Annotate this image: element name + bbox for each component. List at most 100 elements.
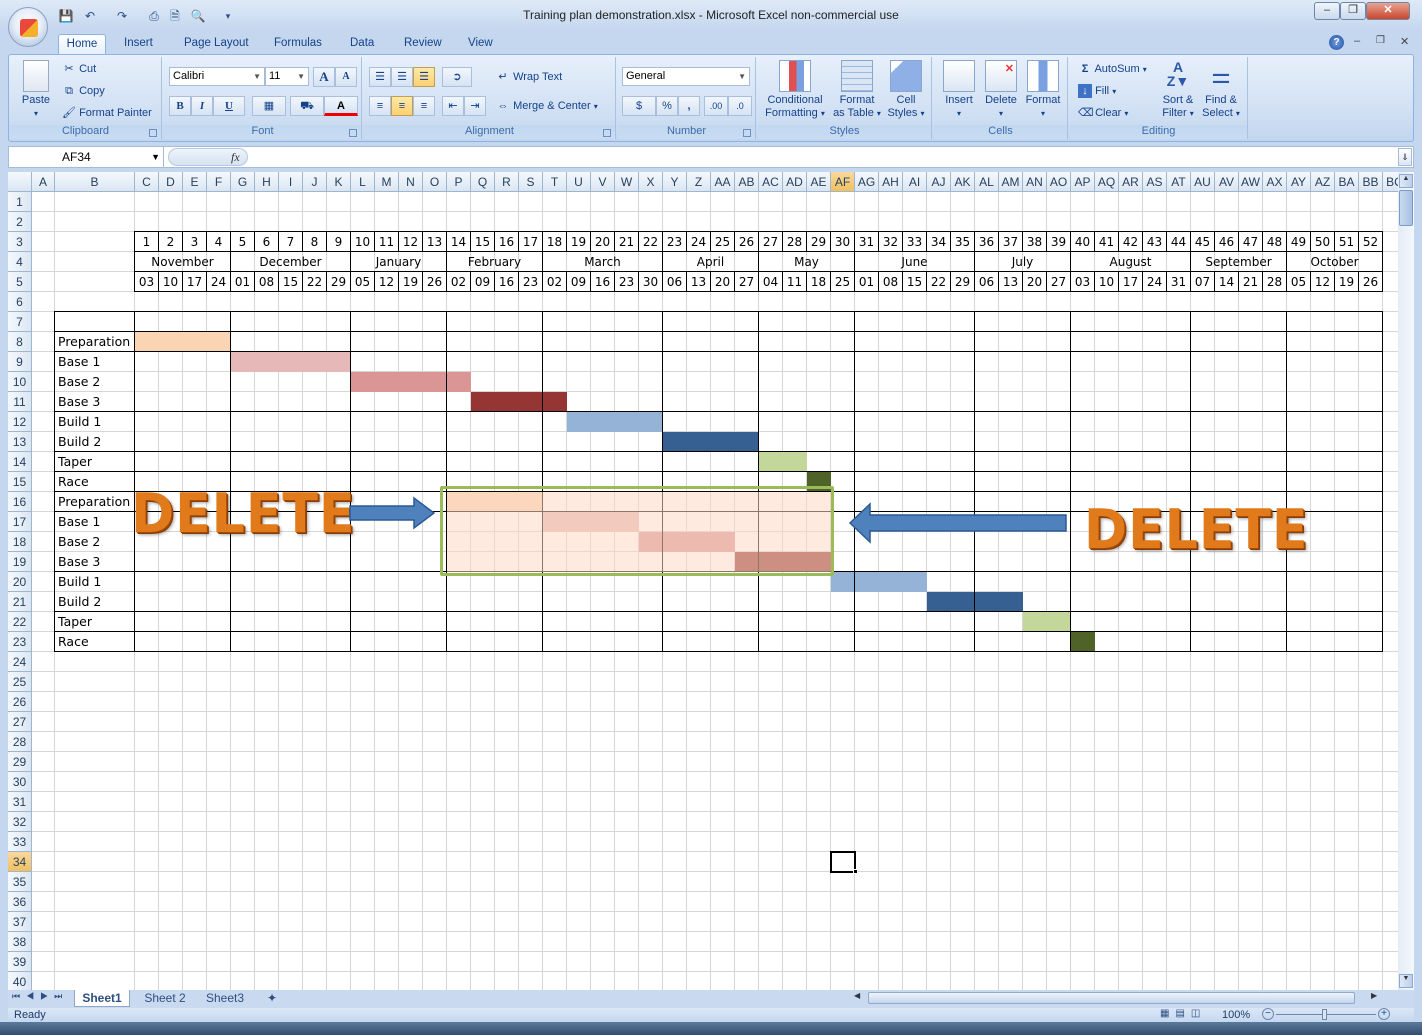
autosum-button[interactable]: Σ AutoSum ▾ <box>1078 62 1147 76</box>
row-header[interactable]: 36 <box>8 892 32 912</box>
week-date-cell[interactable]: 17 <box>183 272 207 292</box>
row-header[interactable]: 26 <box>8 692 32 712</box>
column-header[interactable]: C <box>135 172 159 192</box>
phase-label[interactable]: Taper <box>55 452 135 472</box>
week-date-cell[interactable]: 02 <box>543 272 567 292</box>
week-number-cell[interactable]: 8 <box>303 232 327 252</box>
insert-sheet-icon[interactable]: ✦ <box>260 990 284 1007</box>
name-box[interactable]: AF34 ▼ <box>9 147 164 167</box>
fill-handle[interactable] <box>853 869 858 874</box>
week-number-cell[interactable]: 49 <box>1287 232 1311 252</box>
month-header-cell[interactable]: June <box>855 252 975 272</box>
week-date-cell[interactable]: 29 <box>327 272 351 292</box>
week-number-cell[interactable]: 1 <box>135 232 159 252</box>
sheet-nav-icons[interactable]: ⏮◀▶⏭ <box>12 991 68 1002</box>
week-number-cell[interactable]: 13 <box>423 232 447 252</box>
font-launcher-icon[interactable] <box>349 129 357 137</box>
phase-bar[interactable] <box>231 352 351 372</box>
increase-indent-button[interactable]: ⇥ <box>464 96 486 116</box>
week-number-cell[interactable]: 11 <box>375 232 399 252</box>
zoom-level[interactable]: 100% <box>1222 1009 1250 1021</box>
column-header[interactable]: AC <box>759 172 783 192</box>
week-number-cell[interactable]: 39 <box>1047 232 1071 252</box>
row-header[interactable]: 12 <box>8 412 32 432</box>
worksheet-grid[interactable]: A B C D E F G H I J K L M N O P Q R S T U V W X Y Z AA AB AC AD AE AF AG… <box>8 172 1398 990</box>
tab-review[interactable]: Review <box>400 34 446 54</box>
week-date-cell[interactable]: 15 <box>903 272 927 292</box>
scroll-up-icon[interactable]: ▲ <box>1399 174 1413 188</box>
fill-color-button[interactable]: ⛟ <box>290 96 324 116</box>
row-header[interactable]: 34 <box>8 852 32 872</box>
row-header[interactable]: 18 <box>8 532 32 552</box>
font-size-combo[interactable]: 11 ▼ <box>265 67 309 86</box>
week-date-cell[interactable]: 07 <box>1191 272 1215 292</box>
align-top-button[interactable]: ☰ <box>369 67 391 87</box>
ribbon-close-icon[interactable]: ✕ <box>1400 35 1409 48</box>
tab-page-layout[interactable]: Page Layout <box>180 34 253 54</box>
week-number-cell[interactable]: 31 <box>855 232 879 252</box>
close-button[interactable]: ✕ <box>1366 2 1410 20</box>
row-header[interactable]: 31 <box>8 792 32 812</box>
font-color-button[interactable]: A <box>324 96 358 116</box>
column-header[interactable]: A <box>32 172 55 192</box>
week-number-cell[interactable]: 4 <box>207 232 231 252</box>
week-number-cell[interactable]: 47 <box>1239 232 1263 252</box>
column-header[interactable]: P <box>447 172 471 192</box>
format-cells-button[interactable]: Format ▾ <box>1022 60 1064 120</box>
phase-label[interactable]: Build 1 <box>55 572 135 592</box>
phase-bar[interactable] <box>351 372 471 392</box>
zoom-slider-thumb[interactable] <box>1322 1009 1327 1020</box>
scroll-right-icon[interactable]: ▶ <box>1371 991 1381 1005</box>
increase-decimal-button[interactable]: .00 <box>704 96 728 116</box>
align-left-button[interactable]: ≡ <box>369 96 391 116</box>
phase-label[interactable]: Build 1 <box>55 412 135 432</box>
month-header-cell[interactable]: February <box>447 252 543 272</box>
month-header-cell[interactable]: January <box>351 252 447 272</box>
tab-home[interactable]: Home <box>58 34 106 54</box>
week-number-cell[interactable]: 14 <box>447 232 471 252</box>
phase-label[interactable]: Base 3 <box>55 552 135 572</box>
row-header[interactable]: 38 <box>8 932 32 952</box>
column-header[interactable]: Z <box>687 172 711 192</box>
week-number-cell[interactable]: 46 <box>1215 232 1239 252</box>
orientation-button[interactable]: ➲ <box>442 67 472 87</box>
row-header[interactable]: 11 <box>8 392 32 412</box>
row-header[interactable]: 30 <box>8 772 32 792</box>
week-date-cell[interactable]: 09 <box>567 272 591 292</box>
row-header[interactable]: 16 <box>8 492 32 512</box>
row-header[interactable]: 27 <box>8 712 32 732</box>
column-header[interactable]: AO <box>1047 172 1071 192</box>
phase-label[interactable]: Base 3 <box>55 392 135 412</box>
week-number-cell[interactable]: 40 <box>1071 232 1095 252</box>
delete-cells-button[interactable]: ✕ Delete ▾ <box>980 60 1022 120</box>
row-header[interactable]: 15 <box>8 472 32 492</box>
week-number-cell[interactable]: 26 <box>735 232 759 252</box>
row-header[interactable]: 17 <box>8 512 32 532</box>
week-number-cell[interactable]: 12 <box>399 232 423 252</box>
week-number-cell[interactable]: 36 <box>975 232 999 252</box>
row-header[interactable]: 37 <box>8 912 32 932</box>
week-date-cell[interactable]: 10 <box>159 272 183 292</box>
week-number-cell[interactable]: 15 <box>471 232 495 252</box>
week-number-cell[interactable]: 38 <box>1023 232 1047 252</box>
week-number-cell[interactable]: 27 <box>759 232 783 252</box>
month-header-cell[interactable]: May <box>759 252 855 272</box>
restore-button[interactable]: ❐ <box>1340 2 1366 20</box>
column-header[interactable]: AQ <box>1095 172 1119 192</box>
week-number-cell[interactable]: 52 <box>1359 232 1383 252</box>
week-number-cell[interactable]: 44 <box>1167 232 1191 252</box>
column-header[interactable]: AN <box>1023 172 1047 192</box>
week-number-cell[interactable]: 20 <box>591 232 615 252</box>
column-header[interactable]: BB <box>1359 172 1383 192</box>
column-header[interactable]: AV <box>1215 172 1239 192</box>
column-header[interactable]: H <box>255 172 279 192</box>
column-header[interactable]: D <box>159 172 183 192</box>
row-header[interactable]: 10 <box>8 372 32 392</box>
row-header[interactable]: 4 <box>8 252 32 272</box>
row-header[interactable]: 6 <box>8 292 32 312</box>
row-header[interactable]: 21 <box>8 592 32 612</box>
tab-formulas[interactable]: Formulas <box>270 34 326 54</box>
week-date-cell[interactable]: 01 <box>855 272 879 292</box>
number-launcher-icon[interactable] <box>743 129 751 137</box>
week-date-cell[interactable]: 23 <box>615 272 639 292</box>
